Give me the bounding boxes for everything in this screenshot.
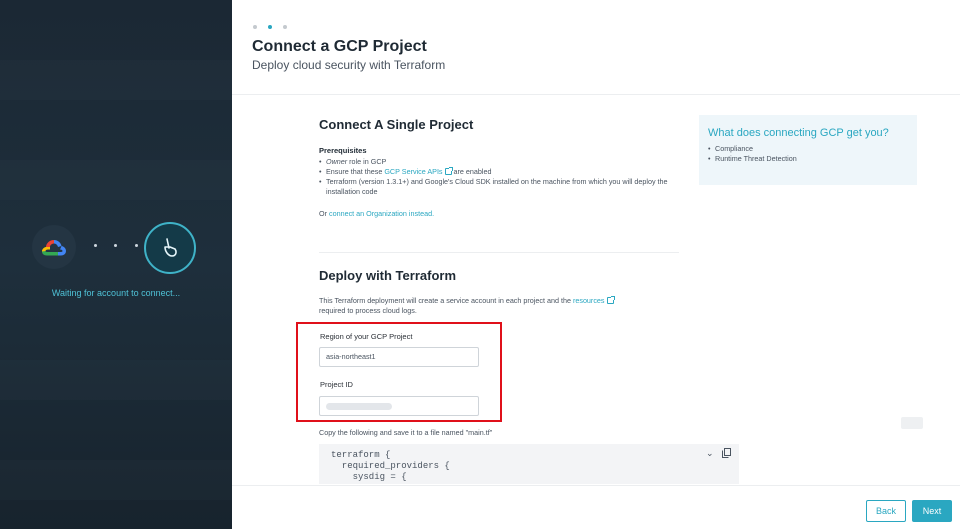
- gcp-service-apis-link[interactable]: GCP Service APIs: [384, 167, 442, 176]
- external-link-icon[interactable]: [444, 167, 453, 175]
- step-dot: [253, 25, 257, 29]
- prerequisites-title: Prerequisites: [319, 146, 367, 155]
- terraform-code-block[interactable]: terraform { required_providers { sysdig …: [319, 444, 739, 484]
- list-item: Owner role in GCP: [319, 157, 679, 167]
- panel-stripe: [0, 160, 232, 200]
- or-text: Or: [319, 209, 329, 218]
- back-button[interactable]: Back: [866, 500, 906, 522]
- footer: [232, 485, 960, 529]
- list-item: Terraform (version 1.3.1+) and Google's …: [319, 177, 679, 197]
- left-panel: Waiting for account to connect...: [0, 0, 232, 529]
- page-title: Connect a GCP Project: [252, 38, 427, 55]
- panel-stripe: [0, 60, 232, 100]
- owner-role-text: Owner: [326, 157, 348, 166]
- copy-icon[interactable]: [721, 448, 731, 460]
- google-cloud-icon: [32, 225, 76, 269]
- external-link-icon[interactable]: [606, 296, 615, 304]
- connect-organization-link[interactable]: connect an Organization instead.: [329, 209, 434, 218]
- info-card-list: Compliance Runtime Threat Detection: [708, 144, 908, 164]
- section-divider: [319, 252, 679, 253]
- list-item-text: role in GCP: [347, 157, 387, 166]
- waiting-status-text: Waiting for account to connect...: [51, 288, 181, 298]
- prerequisites-list: Owner role in GCP Ensure that these GCP …: [319, 157, 679, 197]
- panel-stripe: [0, 460, 232, 500]
- or-line: Or connect an Organization instead.: [319, 209, 679, 218]
- copy-hint: Copy the following and save it to a file…: [319, 428, 493, 437]
- faded-chip: [901, 417, 923, 429]
- highlight-annotation: [296, 322, 502, 422]
- list-item: Runtime Threat Detection: [708, 154, 908, 164]
- sysdig-shovel-icon: [144, 222, 196, 274]
- list-item-text: Ensure that these: [326, 167, 385, 176]
- list-item-text: are enabled: [451, 167, 492, 176]
- deploy-section: Deploy with Terraform This Terraform dep…: [319, 268, 699, 316]
- info-card-title: What does connecting GCP get you?: [708, 127, 889, 139]
- description-text: This Terraform deployment will create a …: [319, 296, 573, 305]
- step-dot-active: [268, 25, 272, 29]
- step-indicator: [253, 25, 287, 29]
- page-subtitle: Deploy cloud security with Terraform: [252, 58, 446, 72]
- chevron-down-icon[interactable]: ⌄: [706, 448, 714, 460]
- next-button[interactable]: Next: [912, 500, 952, 522]
- panel-stripe: [0, 360, 232, 400]
- connection-status: [32, 222, 202, 274]
- code-tools: ⌄: [706, 448, 731, 460]
- list-item: Ensure that these GCP Service APIs are e…: [319, 167, 679, 177]
- header: Connect a GCP Project Deploy cloud secur…: [232, 0, 960, 95]
- list-item: Compliance: [708, 144, 908, 154]
- info-card: What does connecting GCP get you? Compli…: [699, 115, 917, 185]
- step-dot: [283, 25, 287, 29]
- section-title: Deploy with Terraform: [319, 268, 457, 283]
- description-text: required to process cloud logs.: [319, 306, 417, 315]
- deploy-description: This Terraform deployment will create a …: [319, 296, 679, 316]
- resources-link[interactable]: resources: [573, 296, 605, 305]
- connect-section: Connect A Single Project Prerequisites O…: [319, 117, 679, 218]
- section-title: Connect A Single Project: [319, 117, 474, 132]
